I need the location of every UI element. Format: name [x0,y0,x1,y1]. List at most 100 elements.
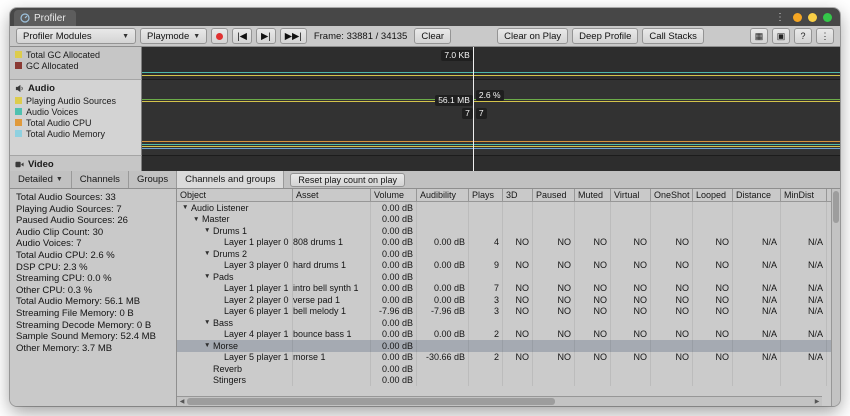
record-button[interactable] [211,28,228,44]
table-row[interactable]: ▼Bass0.00 dB [177,317,831,329]
foldout-arrow-icon[interactable]: ▼ [204,273,213,280]
audio-voices-marker: 7 [476,108,487,119]
cell: 0.00 dB [417,294,469,306]
vertical-scroll-thumb[interactable] [833,191,839,223]
foldout-arrow-icon[interactable]: ▼ [204,319,213,326]
cell [469,317,503,329]
table-row[interactable]: Layer 4 player 1bounce bass 10.00 dB0.00… [177,329,831,341]
titlebar-menu-icon[interactable]: ⋮ [775,12,785,23]
vertical-scrollbar[interactable] [831,189,840,406]
call-stacks-button[interactable]: Call Stacks [642,28,704,44]
video-chart[interactable] [142,155,840,171]
grid-icon[interactable]: ▦ [750,28,768,44]
table-row[interactable]: Reverb0.00 dB [177,363,831,375]
column-header-audibility[interactable]: Audibility [417,189,469,201]
chart-area[interactable]: Total GC AllocatedGC Allocated 7.0 KB Au… [10,47,840,171]
legend-item[interactable]: GC Allocated [15,60,136,71]
reset-play-count-button[interactable]: Reset play count on play [290,173,405,187]
object-cell: ▼Pads [177,271,293,283]
table-row[interactable]: ▼Master0.00 dB [177,214,831,226]
audio-legend[interactable]: Audio Playing Audio SourcesAudio VoicesT… [10,79,142,155]
help-icon[interactable]: ? [794,28,812,44]
column-header-asset[interactable]: Asset [293,189,371,201]
column-header-plays[interactable]: Plays [469,189,503,201]
cell [781,317,827,329]
chevron-down-icon: ▼ [193,33,200,40]
next-frame-button[interactable]: ▶| [256,28,276,44]
detail-main: Total Audio Sources: 33Playing Audio Sou… [10,189,840,406]
prev-frame-button[interactable]: |◀ [232,28,252,44]
table-row[interactable]: Layer 2 player 0verse pad 10.00 dB0.00 d… [177,294,831,306]
profiler-modules-dropdown[interactable]: Profiler Modules ▼ [16,28,136,44]
table-row[interactable]: ▼Drums 10.00 dB [177,225,831,237]
legend-item[interactable]: Total Audio CPU [15,117,136,128]
column-header-oneshot[interactable]: OneShot [651,189,693,201]
foldout-arrow-icon[interactable]: ▼ [204,227,213,234]
table-row[interactable]: Layer 1 player 1intro bell synth 10.00 d… [177,283,831,295]
tab-channels-and-groups[interactable]: Channels and groups [177,171,284,188]
table-row[interactable]: Layer 6 player 1bell melody 1-7.96 dB-7.… [177,306,831,318]
foldout-arrow-icon[interactable]: ▼ [204,342,213,349]
horizontal-scrollbar[interactable]: ◀ ▶ [177,396,822,406]
cell [293,248,371,260]
column-header-muted[interactable]: Muted [575,189,611,201]
cell: 0.00 dB [371,202,417,214]
column-header-3d[interactable]: 3D [503,189,533,201]
column-header-object[interactable]: Object [177,189,293,201]
playhead[interactable] [473,47,474,171]
audio-chart[interactable]: 2.6 % 56.1 MB 7 7 [142,79,840,155]
video-legend[interactable]: Video [10,155,142,171]
table-row[interactable]: Layer 5 player 1morse 10.00 dB-30.66 dB2… [177,352,831,364]
chart-line [142,141,840,142]
window-control-dot[interactable] [823,13,832,22]
profiler-tab[interactable]: Profiler [14,10,76,26]
legend-item[interactable]: Audio Voices [15,106,136,117]
horizontal-scroll-thumb[interactable] [187,398,555,405]
column-header-distance[interactable]: Distance [733,189,781,201]
object-cell: Layer 4 player 1 [177,329,293,341]
cell: NO [533,329,575,341]
save-icon[interactable]: ▣ [772,28,790,44]
column-header-looped[interactable]: Looped [693,189,733,201]
table-row[interactable]: ▼Drums 20.00 dB [177,248,831,260]
table-row[interactable]: Layer 1 player 0808 drums 10.00 dB0.00 d… [177,237,831,249]
scroll-left-icon[interactable]: ◀ [177,398,187,405]
legend-item[interactable]: Playing Audio Sources [15,95,136,106]
cell [503,317,533,329]
cell [651,248,693,260]
table-row[interactable]: Layer 3 player 0hard drums 10.00 dB0.00 … [177,260,831,272]
column-header-mindist[interactable]: MinDist [781,189,827,201]
foldout-arrow-icon[interactable]: ▼ [193,216,202,223]
table-row[interactable]: ▼Morse0.00 dB [177,340,831,352]
current-frame-button[interactable]: ▶▶| [280,28,307,44]
cell [469,340,503,352]
window-control-dot[interactable] [793,13,802,22]
playmode-dropdown[interactable]: Playmode ▼ [140,28,207,44]
table-row[interactable]: ▼Audio Listener0.00 dB [177,202,831,214]
column-header-virtual[interactable]: Virtual [611,189,651,201]
deep-profile-button[interactable]: Deep Profile [572,28,638,44]
object-label: Layer 4 player 1 [224,329,289,339]
clear-on-play-button[interactable]: Clear on Play [497,28,568,44]
foldout-arrow-icon[interactable]: ▼ [204,250,213,257]
tab-groups[interactable]: Groups [129,171,177,188]
cell [503,375,533,387]
foldout-arrow-icon[interactable]: ▼ [182,204,191,211]
cell [469,375,503,387]
chevron-down-icon: ▼ [56,176,63,183]
tab-detailed[interactable]: Detailed▼ [10,171,72,188]
scroll-right-icon[interactable]: ▶ [812,398,822,405]
window-control-dot[interactable] [808,13,817,22]
table-row[interactable]: Stingers0.00 dB [177,375,831,387]
legend-item[interactable]: Total GC Allocated [15,49,136,60]
gc-chart[interactable]: 7.0 KB [142,47,840,79]
object-cell: Stingers [177,375,293,387]
tab-channels[interactable]: Channels [72,171,129,188]
legend-item[interactable]: Total Audio Memory [15,128,136,139]
clear-button[interactable]: Clear [414,28,451,44]
table-row[interactable]: ▼Pads0.00 dB [177,271,831,283]
kebab-menu-icon[interactable]: ⋮ [816,28,834,44]
column-header-volume[interactable]: Volume [371,189,417,201]
column-header-paused[interactable]: Paused [533,189,575,201]
cell: N/A [733,283,781,295]
